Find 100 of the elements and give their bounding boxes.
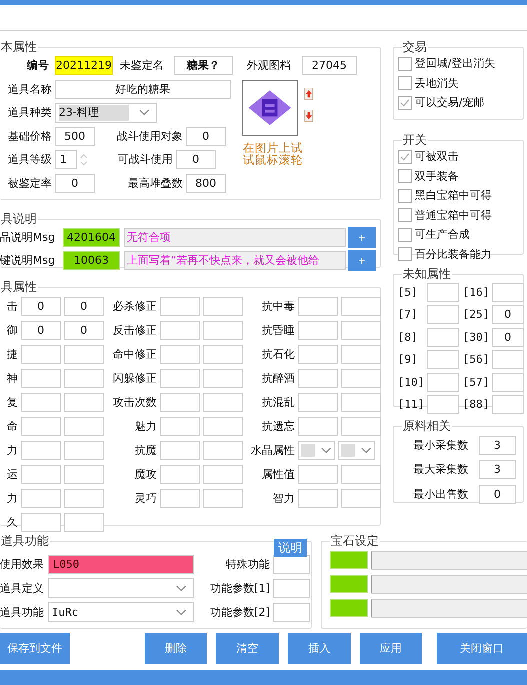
input-field[interactable] [341,296,381,316]
checkbox[interactable] [398,76,412,90]
input-field[interactable] [330,575,368,593]
input-field[interactable] [160,464,200,484]
input-field[interactable]: 0 [186,126,226,146]
item-image[interactable] [242,80,298,136]
input-field[interactable] [371,598,527,618]
input-field[interactable] [330,551,368,569]
input-field[interactable] [160,368,200,388]
dropdown[interactable] [338,440,375,460]
input-field[interactable] [160,416,200,436]
input-field[interactable] [64,416,104,436]
down-arrow-icon[interactable] [303,110,315,122]
input-field[interactable] [203,392,243,412]
input-field[interactable] [21,488,61,508]
checkbox[interactable] [398,96,412,110]
input-field[interactable] [298,416,338,436]
input-field[interactable] [341,488,381,508]
input-field[interactable]: 800 [186,174,226,193]
input-field[interactable] [21,416,61,436]
checkbox[interactable] [398,188,412,203]
input-field[interactable] [64,512,104,532]
input-field[interactable]: 0 [21,320,61,340]
up-arrow-icon[interactable] [303,88,315,100]
input-field[interactable]: 0 [492,305,524,324]
input-field[interactable] [160,392,200,412]
input-field[interactable]: 20211219 [55,56,113,76]
input-field[interactable] [371,574,527,594]
input-field[interactable]: 糖果？ [174,56,233,76]
input-field[interactable] [298,368,338,388]
input-field[interactable] [64,392,104,412]
input-field[interactable] [160,488,200,508]
input-field[interactable] [492,372,524,392]
input-field[interactable] [160,296,200,316]
input-field[interactable] [492,350,524,370]
checkbox[interactable] [398,56,412,71]
input-field[interactable]: 0 [176,150,216,170]
input-field[interactable] [21,344,61,364]
input-field[interactable] [21,440,61,460]
input-field[interactable] [298,296,338,316]
input-field[interactable] [21,512,61,532]
input-field[interactable] [341,344,381,364]
input-field[interactable]: 0 [479,484,516,504]
input-field[interactable] [273,602,310,622]
input-field[interactable] [203,416,243,436]
input-field[interactable] [330,599,368,617]
input-field[interactable] [203,320,243,340]
input-field[interactable] [203,296,243,316]
input-field[interactable] [341,320,381,340]
input-field[interactable]: 0 [64,320,104,340]
input-field[interactable] [64,488,104,508]
input-field[interactable] [298,344,338,364]
input-field[interactable] [203,344,243,364]
input-field[interactable] [298,488,338,508]
input-field[interactable]: 0 [492,328,524,347]
input-field[interactable]: 0 [55,174,95,193]
input-field[interactable]: 500 [55,126,95,146]
checkbox[interactable] [398,208,412,222]
input-field[interactable] [492,395,524,414]
input-field[interactable]: L050 [48,554,194,574]
input-field[interactable] [371,550,527,570]
input-field[interactable] [427,395,459,414]
input-field[interactable] [427,350,459,370]
input-field[interactable] [427,372,459,392]
input-field[interactable] [273,578,310,598]
input-field[interactable]: 0 [21,296,61,316]
input-field[interactable] [341,464,381,484]
input-field[interactable] [298,320,338,340]
input-field[interactable]: 1 [55,150,77,170]
dropdown[interactable]: IuRc [48,602,194,622]
input-field[interactable] [203,488,243,508]
checkbox[interactable] [398,247,412,262]
input-field[interactable] [21,464,61,484]
input-field[interactable]: 27045 [302,56,357,76]
dropdown[interactable] [298,440,335,460]
input-field[interactable] [160,344,200,364]
checkbox[interactable] [398,228,412,242]
input-field[interactable] [64,440,104,460]
input-field[interactable] [298,392,338,412]
input-field[interactable] [203,464,243,484]
input-field[interactable] [203,368,243,388]
input-field[interactable]: 3 [479,460,516,480]
input-field[interactable] [341,392,381,412]
input-field[interactable] [341,368,381,388]
checkbox[interactable] [398,150,412,164]
input-field[interactable] [64,344,104,364]
input-field[interactable] [64,464,104,484]
input-field[interactable] [21,368,61,388]
input-field[interactable]: 3 [479,436,516,455]
input-field[interactable] [160,440,200,460]
input-field[interactable] [298,464,338,484]
input-field[interactable]: 0 [64,296,104,316]
input-field[interactable] [64,368,104,388]
input-field[interactable] [427,305,459,324]
input-field[interactable] [203,440,243,460]
dropdown[interactable] [48,578,194,598]
input-field[interactable]: 4201604 [63,228,120,247]
dropdown[interactable]: 23-料理 [55,102,157,123]
input-field[interactable]: 好吃的糖果 [55,80,231,99]
input-field[interactable]: 10063 [63,251,120,270]
